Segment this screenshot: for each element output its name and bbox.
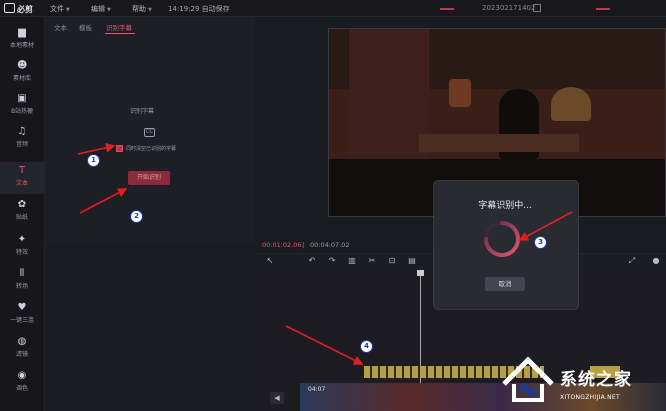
annotation-arrow-4 (285, 325, 364, 365)
annotation-badge-4: 4 (360, 340, 373, 353)
annotation-arrow-3 (518, 211, 573, 241)
annotation-badge-1: 1 (87, 154, 100, 167)
annotation-arrow-1 (77, 143, 116, 155)
annotation-badge-3: 3 (534, 236, 547, 249)
annotation-overlay (77, 143, 573, 365)
annotation-badge-2: 2 (130, 210, 143, 223)
watermark-logo-icon (502, 356, 554, 402)
annotation-arrow-2 (79, 188, 128, 214)
watermark-url: XITONGZHIJIA.NET (560, 394, 620, 401)
watermark-title: 系统之家 (560, 370, 632, 390)
